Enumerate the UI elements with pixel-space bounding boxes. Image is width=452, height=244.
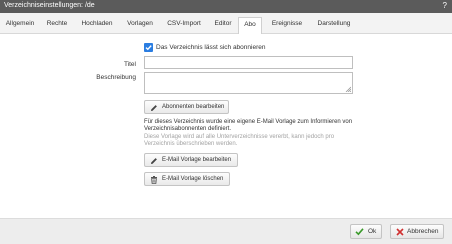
- description-textarea[interactable]: [144, 72, 353, 94]
- tab-csv-import[interactable]: CSV-Import: [164, 17, 204, 33]
- trash-icon: [151, 176, 157, 184]
- pencil-icon: [151, 158, 157, 164]
- template-inherit-note: Diese Vorlage wird auf alle Unterverzeic…: [144, 134, 335, 147]
- checkmark-icon: [145, 45, 152, 51]
- edit-email-template-button[interactable]: E-Mail Vorlage bearbeiten: [144, 153, 238, 167]
- ok-button[interactable]: Ok: [350, 224, 382, 239]
- title-input[interactable]: [144, 56, 353, 69]
- tab-bar: Allgemein Rechte Hochladen Vorlagen CSV-…: [0, 13, 452, 34]
- window-title: Verzeichniseinstellungen: /de: [4, 2, 95, 9]
- tab-editor[interactable]: Editor: [209, 17, 237, 33]
- edit-subscribers-label: Abonnenten bearbeiten: [162, 104, 225, 110]
- ok-button-label: Ok: [368, 228, 377, 235]
- subscribe-checkbox[interactable]: [144, 43, 153, 52]
- edit-email-template-label: E-Mail Vorlage bearbeiten: [162, 157, 232, 163]
- pencil-icon: [151, 105, 157, 111]
- tab-allgemein[interactable]: Allgemein: [2, 17, 38, 33]
- close-icon: [396, 228, 404, 236]
- window-titlebar: Verzeichniseinstellungen: /de ?: [0, 0, 452, 13]
- resize-grip-icon[interactable]: [345, 86, 351, 92]
- subscribe-checkbox-label: Das Verzeichnis lässt sich abonnieren: [156, 44, 266, 51]
- dialog-footer: Ok Abbrechen: [0, 218, 452, 244]
- tab-vorlagen[interactable]: Vorlagen: [123, 17, 157, 33]
- help-icon[interactable]: ?: [443, 1, 447, 10]
- delete-email-template-label: E-Mail Vorlage löschen: [162, 176, 224, 182]
- cancel-button[interactable]: Abbrechen: [390, 224, 444, 239]
- tab-darstellung[interactable]: Darstellung: [313, 17, 355, 33]
- tab-ereignisse[interactable]: Ereignisse: [268, 17, 306, 33]
- delete-email-template-button[interactable]: E-Mail Vorlage löschen: [144, 172, 230, 186]
- cancel-button-label: Abbrechen: [407, 228, 439, 235]
- description-label: Beschreibung: [96, 74, 136, 81]
- tab-rechte[interactable]: Rechte: [43, 17, 71, 33]
- template-info-text: Für dieses Verzeichnis wurde eine eigene…: [144, 119, 353, 132]
- check-icon: [355, 228, 364, 236]
- title-label: Titel: [123, 61, 136, 68]
- tab-hochladen[interactable]: Hochladen: [78, 17, 116, 33]
- tab-abo[interactable]: Abo: [238, 17, 262, 34]
- edit-subscribers-button[interactable]: Abonnenten bearbeiten: [144, 100, 229, 114]
